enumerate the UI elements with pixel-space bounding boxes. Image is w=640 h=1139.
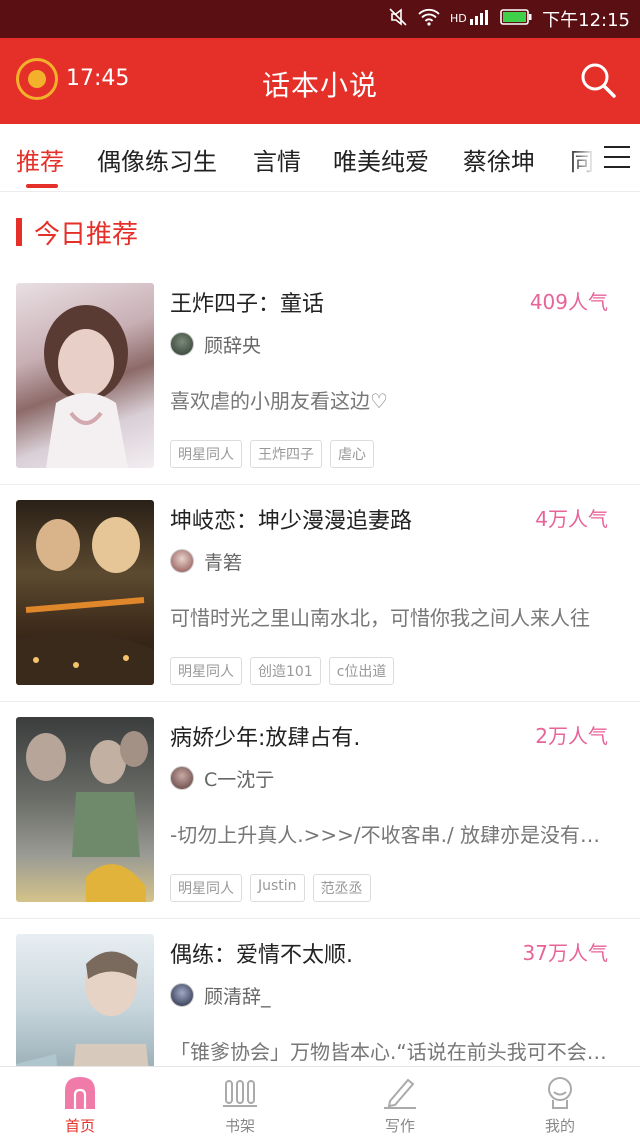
tab-cai-xukun[interactable]: 蔡徐坤: [463, 142, 535, 177]
tag[interactable]: 明星同人: [170, 874, 242, 902]
author[interactable]: 顾清辞_: [170, 981, 271, 1009]
nav-write[interactable]: 写作: [320, 1067, 480, 1139]
popularity-count: 2万人气: [535, 724, 608, 748]
book-description: 「锥爹协会」万物皆本心.“话说在前头我可不会手下留情: [170, 1040, 620, 1064]
bottom-nav: 首页 书架 写作 我的: [0, 1066, 640, 1138]
signal-icon: HD: [450, 8, 490, 31]
wifi-icon: [418, 8, 440, 31]
nav-label: 写作: [384, 1117, 415, 1135]
menu-icon: [604, 146, 630, 168]
book-title[interactable]: 王炸四子：童话: [170, 286, 324, 318]
author-name: C一沈亍: [204, 768, 275, 791]
nav-profile[interactable]: 我的: [480, 1067, 640, 1139]
avatar: [170, 332, 194, 356]
tag[interactable]: 明星同人: [170, 657, 242, 685]
tag-list: 明星同人 Justin 范丞丞: [170, 874, 371, 902]
category-tabs: 推荐 偶像练习生 言情 唯美纯爱 蔡徐坤 同人: [0, 124, 640, 192]
popularity-count: 37万人气: [522, 941, 608, 965]
author-name: 顾清辞_: [204, 985, 271, 1008]
mute-icon: [388, 7, 408, 32]
section-header: 今日推荐: [16, 212, 138, 252]
tag-list: 明星同人 王炸四子 虐心: [170, 440, 374, 468]
tag[interactable]: 创造101: [250, 657, 321, 685]
home-icon: [62, 1075, 98, 1109]
book-description: 可惜时光之里山南水北，可惜你我之间人来人往: [170, 606, 590, 630]
app-header: 17:45 话本小说: [0, 38, 640, 124]
nav-label: 首页: [64, 1117, 95, 1135]
pen-icon: [382, 1075, 418, 1109]
avatar: [170, 983, 194, 1007]
book-card[interactable]: 病娇少年:放肆占有. 2万人气 C一沈亍 -切勿上升真人.>>>/不收客串./ …: [0, 702, 640, 919]
nav-label: 书架: [224, 1117, 255, 1135]
tag-list: 明星同人 创造101 c位出道: [170, 657, 395, 685]
tag[interactable]: Justin: [250, 874, 305, 902]
status-time: 下午12:15: [542, 10, 630, 31]
tag[interactable]: 虐心: [330, 440, 374, 468]
tag[interactable]: 范丞丞: [312, 874, 371, 902]
active-tab-indicator: [26, 184, 58, 188]
tab-menu-button[interactable]: [570, 124, 640, 190]
popularity-count: 4万人气: [535, 507, 608, 531]
tag[interactable]: 明星同人: [170, 440, 242, 468]
avatar: [170, 766, 194, 790]
author-name: 青箬: [204, 551, 243, 574]
tab-pure-love[interactable]: 唯美纯爱: [333, 142, 429, 177]
nav-home[interactable]: 首页: [0, 1067, 160, 1139]
popularity-count: 409人气: [529, 290, 608, 314]
book-description: -切勿上升真人.>>>/不收客串./ 放肆亦是没有了界限: [170, 823, 620, 847]
book-description: 喜欢虐的小朋友看这边♡: [170, 389, 388, 413]
section-marker: [16, 218, 22, 246]
author[interactable]: 青箬: [170, 547, 242, 575]
book-card[interactable]: 坤岐恋：坤少漫漫追妻路 4万人气 青箬 可惜时光之里山南水北，可惜你我之间人来人…: [0, 485, 640, 702]
nav-label: 我的: [544, 1117, 575, 1135]
tag[interactable]: c位出道: [328, 657, 395, 685]
tag[interactable]: 王炸四子: [250, 440, 322, 468]
book-cover[interactable]: [16, 717, 154, 902]
section-title: 今日推荐: [34, 219, 139, 250]
book-title[interactable]: 病娇少年:放肆占有.: [170, 720, 360, 752]
status-bar: HD 下午12:15: [0, 0, 640, 38]
tab-romance[interactable]: 言情: [253, 142, 301, 177]
profile-icon: [542, 1075, 578, 1109]
book-card[interactable]: 王炸四子：童话 409人气 顾辞央 喜欢虐的小朋友看这边♡ 明星同人 王炸四子 …: [0, 268, 640, 485]
battery-icon: [500, 8, 532, 31]
book-cover[interactable]: [16, 500, 154, 685]
book-title[interactable]: 坤岐恋：坤少漫漫追妻路: [170, 503, 412, 535]
tab-idol-trainee[interactable]: 偶像练习生: [97, 142, 217, 177]
author-name: 顾辞央: [204, 334, 262, 357]
book-cover[interactable]: [16, 283, 154, 468]
author[interactable]: 顾辞央: [170, 330, 261, 358]
nav-bookshelf[interactable]: 书架: [160, 1067, 320, 1139]
avatar: [170, 549, 194, 573]
svg-text:HD: HD: [450, 12, 467, 25]
book-title[interactable]: 偶练：爱情不太顺.: [170, 937, 353, 969]
author[interactable]: C一沈亍: [170, 764, 274, 792]
tab-recommend[interactable]: 推荐: [16, 142, 64, 177]
app-title: 话本小说: [261, 69, 378, 102]
search-icon[interactable]: [578, 60, 618, 100]
bookshelf-icon: [222, 1075, 258, 1109]
